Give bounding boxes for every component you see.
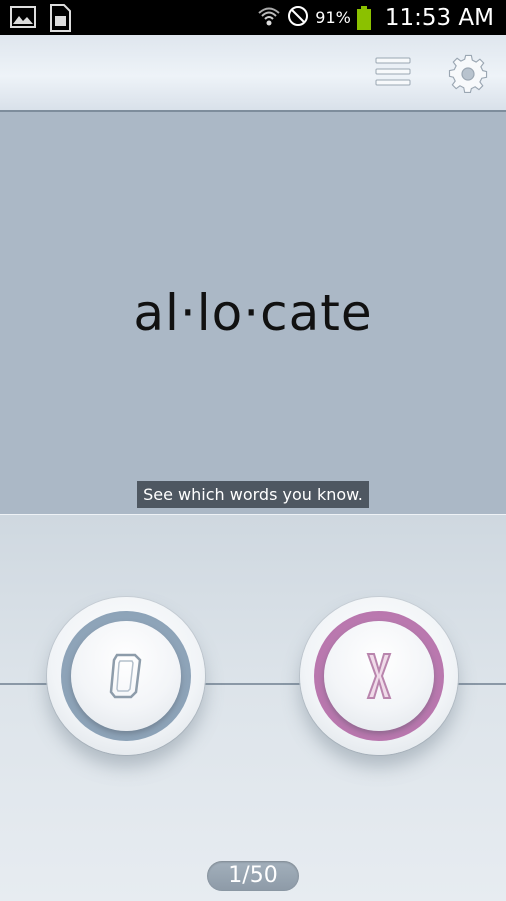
- action-bar: [0, 35, 506, 112]
- battery-percent: 91%: [315, 8, 351, 27]
- menu-icon: [375, 57, 411, 86]
- vocabulary-word: al·lo·cate: [133, 284, 373, 342]
- know-button-face: [71, 621, 181, 731]
- gear-icon: [448, 54, 488, 94]
- battery-icon: [356, 5, 371, 30]
- x-mark-icon: [366, 653, 392, 699]
- o-digit-icon: [109, 653, 142, 699]
- no-signal-icon: [287, 5, 309, 31]
- clock: 11:53 AM: [384, 4, 494, 31]
- image-icon: [10, 4, 36, 36]
- sim-card-icon: [48, 4, 72, 36]
- answer-panel: 1/50: [0, 514, 506, 901]
- settings-button[interactable]: [447, 53, 489, 95]
- progress-counter: 1/50: [207, 861, 299, 891]
- menu-button[interactable]: [374, 55, 412, 89]
- dont-know-button[interactable]: [300, 597, 458, 755]
- dont-know-button-face: [324, 621, 434, 731]
- word-card: al·lo·cate See which words you know.: [0, 112, 506, 514]
- know-button[interactable]: [47, 597, 205, 755]
- hint-tooltip: See which words you know.: [137, 481, 369, 508]
- wifi-icon: [257, 4, 281, 32]
- status-bar: 91% 11:53 AM: [0, 0, 506, 35]
